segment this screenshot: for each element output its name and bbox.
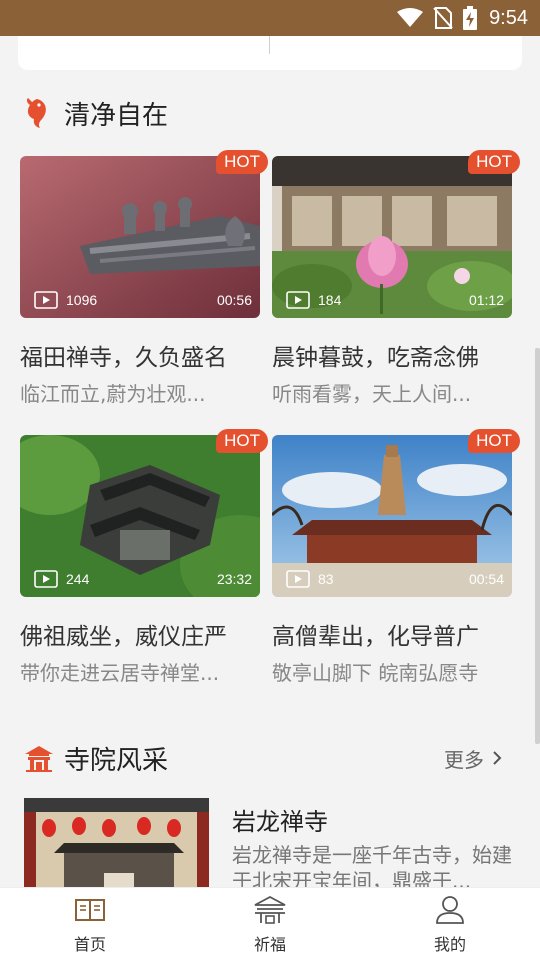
play-icon <box>286 291 310 309</box>
video-duration: 00:56 <box>216 292 252 308</box>
video-title[interactable]: 福田禅寺，久负盛名 <box>20 338 270 372</box>
no-sim-icon <box>433 7 453 29</box>
more-button[interactable]: 更多 <box>444 744 502 773</box>
pavilion-icon <box>252 893 288 927</box>
book-icon <box>75 893 105 927</box>
tab-home[interactable]: 首页 <box>0 888 180 960</box>
bottom-tab-bar: 首页 祈福 我的 <box>0 887 540 960</box>
play-icon <box>286 570 310 588</box>
video-duration: 01:12 <box>468 292 504 308</box>
video-title[interactable]: 佛祖威坐，威仪庄严 <box>20 617 270 651</box>
video-title[interactable]: 高僧辈出，化导普广 <box>272 617 522 651</box>
wifi-icon <box>397 8 424 28</box>
tab-label: 首页 <box>73 935 106 954</box>
scrollbar[interactable] <box>535 348 540 744</box>
tab-profile[interactable]: 我的 <box>360 888 540 960</box>
hot-badge: HOT <box>216 150 268 174</box>
video-duration: 00:54 <box>468 571 504 587</box>
user-icon <box>435 893 465 927</box>
view-count: 184 <box>318 292 342 308</box>
video-duration: 23:32 <box>216 571 252 587</box>
hot-badge: HOT <box>216 429 268 453</box>
tab-label: 祈福 <box>253 935 286 954</box>
video-thumbnail[interactable]: 244 23:32 <box>20 435 260 597</box>
tab-label: 我的 <box>433 935 466 954</box>
view-count: 244 <box>66 571 90 587</box>
video-subtitle: 临江而立,蔚为壮观... <box>20 382 206 406</box>
video-thumbnail[interactable]: 184 01:12 <box>272 156 512 318</box>
card-divider <box>269 36 270 54</box>
play-icon <box>34 570 58 588</box>
chevron-right-icon <box>492 750 502 766</box>
temple-icon <box>24 744 54 772</box>
battery-charging-icon <box>463 6 478 30</box>
koi-fish-icon <box>24 97 50 129</box>
hot-badge: HOT <box>468 429 520 453</box>
video-meta: 184 01:12 <box>272 282 512 318</box>
video-subtitle: 听雨看雾，天上人间... <box>272 382 472 406</box>
tab-pray[interactable]: 祈福 <box>180 888 360 960</box>
section-header-temples: 寺院风采 更多 <box>0 733 540 783</box>
top-card <box>18 36 522 70</box>
more-label: 更多 <box>444 747 484 772</box>
hot-badge: HOT <box>468 150 520 174</box>
video-meta: 1096 00:56 <box>20 282 260 318</box>
video-subtitle: 敬亭山脚下 皖南弘愿寺 <box>272 661 479 685</box>
video-thumbnail[interactable]: 1096 00:56 <box>20 156 260 318</box>
temple-name[interactable]: 岩龙禅寺 <box>232 802 328 837</box>
status-bar: 9:54 <box>0 0 540 36</box>
view-count: 1096 <box>66 292 98 308</box>
section-title-clean: 清净自在 <box>64 100 169 131</box>
view-count: 83 <box>318 571 334 587</box>
section-header-clean: 清净自在 <box>0 88 540 138</box>
video-thumbnail[interactable]: 83 00:54 <box>272 435 512 597</box>
section-title-temples: 寺院风采 <box>64 745 169 776</box>
play-icon <box>34 291 58 309</box>
video-meta: 83 00:54 <box>272 561 512 597</box>
video-meta: 244 23:32 <box>20 561 260 597</box>
video-subtitle: 带你走进云居寺禅堂... <box>20 661 220 685</box>
status-time: 9:54 <box>489 6 528 29</box>
video-title[interactable]: 晨钟暮鼓，吃斋念佛 <box>272 338 522 372</box>
